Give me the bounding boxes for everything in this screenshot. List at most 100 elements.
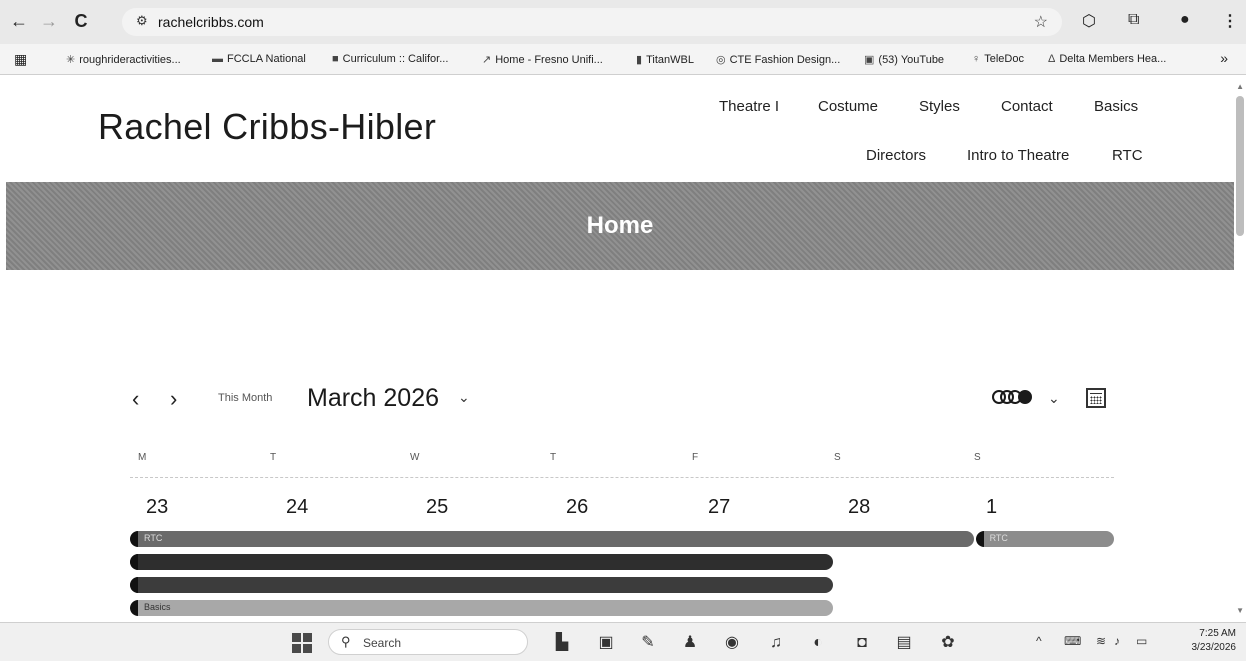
bookmark-item[interactable]: ✳ roughrideractivities... (66, 53, 181, 66)
search-icon: ⚲ (341, 634, 351, 649)
bookmark-item[interactable]: ▬ FCCLA National (212, 53, 306, 65)
paint-icon[interactable]: ✎ (638, 633, 658, 653)
month-picker[interactable]: March 2026 (307, 384, 439, 413)
event-cap (130, 554, 138, 570)
weekday-label: T (550, 452, 557, 463)
chevron-down-icon[interactable]: ⌄ (458, 389, 470, 406)
bookmark-favicon-icon: ▮ (636, 54, 643, 66)
event-bar[interactable]: Basics (130, 600, 833, 616)
bookmark-label: FCCLA National (227, 53, 306, 65)
bookmark-favicon-icon: ♀ (972, 53, 981, 65)
event-bar[interactable] (130, 577, 833, 593)
url-text: rachelcribbs.com (158, 14, 264, 30)
this-month-button[interactable]: This Month (218, 392, 272, 404)
clock-date: 3/23/2026 (1191, 642, 1237, 653)
music-icon[interactable]: ♫ (766, 633, 786, 653)
bookmark-item[interactable]: ↗ Home - Fresno Unifi... (482, 53, 603, 66)
view-chevron-down-icon[interactable]: ⌄ (1048, 390, 1060, 407)
menu-kebab-icon[interactable]: ⋮ (1222, 11, 1238, 31)
start-tile (303, 644, 312, 653)
apps-grid-icon[interactable]: ▦ (14, 51, 27, 68)
wifi-icon[interactable]: ≋ (1096, 634, 1106, 648)
nav-item-costume[interactable]: Costume (818, 98, 878, 115)
bookmark-item[interactable]: ♀ TeleDoc (972, 53, 1024, 65)
bookmark-item[interactable]: Δ Delta Members Hea... (1048, 53, 1166, 65)
event-bar[interactable]: RTC (130, 531, 974, 547)
edge-icon[interactable]: ◐ (808, 633, 828, 653)
bookmark-item[interactable]: ▣ (53) YouTube (864, 53, 944, 66)
bookmark-favicon-icon: ✳ (66, 54, 76, 66)
page-hero-banner: Home (6, 182, 1234, 270)
page-scrollbar-thumb[interactable] (1236, 96, 1244, 236)
start-tile (303, 633, 312, 642)
weekday-label: W (410, 452, 420, 463)
more-bookmarks-chevron-icon[interactable]: » (1220, 50, 1228, 66)
store-icon[interactable]: ▣ (596, 633, 616, 653)
profile-avatar-icon[interactable]: ● (1180, 11, 1190, 29)
weekday-divider (130, 477, 1114, 478)
back-arrow-icon[interactable]: ← (8, 10, 30, 32)
bookmarks-bar: ▦ ✳ roughrideractivities... ▬ FCCLA Nation… (0, 44, 1246, 75)
bookmark-favicon-icon: ▣ (864, 54, 875, 66)
bookmark-item[interactable]: ◎ CTE Fashion Design... (716, 53, 840, 66)
bookmark-label: (53) YouTube (878, 54, 945, 66)
nav-item-directors[interactable]: Directors (866, 147, 926, 164)
volume-icon[interactable]: ♪ (1114, 634, 1120, 648)
view-selector-icon[interactable] (992, 390, 1044, 406)
site-title[interactable]: Rachel Cribbs-Hibler (98, 106, 436, 148)
reload-icon[interactable]: C (70, 10, 92, 32)
bookmark-label: Home - Fresno Unifi... (495, 54, 603, 66)
copilot-icon[interactable]: ✿ (938, 633, 958, 653)
notes-icon[interactable]: ▤ (894, 633, 914, 653)
windows-start-icon[interactable] (292, 633, 312, 653)
chrome-icon[interactable]: ◉ (722, 633, 742, 653)
reading-mode-icon[interactable]: ⧉ (1128, 11, 1139, 29)
event-bar[interactable] (130, 554, 833, 570)
taskbar-search-box[interactable]: ⚲ Search (328, 629, 528, 655)
bookmark-star-icon[interactable]: ☆ (1034, 12, 1048, 32)
day-number[interactable]: 23 (146, 496, 168, 519)
day-number[interactable]: 27 (708, 496, 730, 519)
next-month-chevron-icon[interactable]: › (170, 386, 177, 412)
nav-item-basics[interactable]: Basics (1094, 98, 1138, 115)
page-title: Home (586, 212, 654, 239)
file-explorer-icon[interactable]: ▙ (552, 633, 572, 653)
bookmark-item[interactable]: ▮ TitanWBL (636, 53, 694, 66)
extensions-icon[interactable]: ⬡ (1082, 11, 1096, 31)
day-number[interactable]: 26 (566, 496, 588, 519)
bookmark-item[interactable]: ■ Curriculum :: Califor... (332, 53, 448, 65)
nav-item-intro-to-theatre[interactable]: Intro to Theatre (967, 147, 1069, 164)
event-label: RTC (144, 533, 163, 543)
site-settings-icon[interactable]: ⚙ (136, 13, 148, 29)
search-placeholder: Search (363, 636, 402, 650)
scroll-up-arrow-icon[interactable]: ▲ (1236, 82, 1244, 91)
battery-icon[interactable]: ▭ (1136, 634, 1147, 648)
nav-item-rtc[interactable]: RTC (1112, 147, 1143, 164)
day-number[interactable]: 28 (848, 496, 870, 519)
show-hidden-icons-chevron-icon[interactable]: ^ (1036, 634, 1042, 648)
event-cap (130, 600, 138, 616)
language-icon[interactable]: ⌨ (1064, 634, 1081, 648)
bookmark-favicon-icon: ◎ (716, 54, 726, 66)
day-number[interactable]: 1 (986, 496, 997, 519)
forward-arrow-icon[interactable]: → (38, 10, 60, 32)
event-label: Basics (144, 602, 171, 612)
camera-icon[interactable]: ◘ (852, 633, 872, 653)
scroll-down-arrow-icon[interactable]: ▼ (1236, 606, 1244, 615)
address-bar[interactable]: ⚙ rachelcribbs.com ☆ (122, 8, 1062, 36)
nav-item-contact[interactable]: Contact (1001, 98, 1053, 115)
event-bar[interactable]: RTC (975, 531, 1114, 547)
teams-icon[interactable]: ♟ (680, 633, 700, 653)
system-clock[interactable]: 7:25 AM 3/23/2026 (1192, 627, 1237, 655)
bookmark-label: TitanWBL (646, 54, 694, 66)
bookmark-label: TeleDoc (984, 53, 1024, 65)
nav-item-styles[interactable]: Styles (919, 98, 960, 115)
nav-item-theatre-i[interactable]: Theatre I (719, 98, 779, 115)
day-number[interactable]: 25 (426, 496, 448, 519)
day-number[interactable]: 24 (286, 496, 308, 519)
calendar-subscribe-icon[interactable] (1086, 388, 1106, 408)
event-cap (130, 531, 138, 547)
start-tile (292, 633, 301, 642)
previous-month-chevron-icon[interactable]: ‹ (132, 386, 139, 412)
windows-taskbar: ⚲ Search ▙ ▣ ✎ ♟ ◉ ♫ ◐ ◘ ▤ ✿ ^ ⌨ ≋ ♪ ▭ 7… (0, 622, 1246, 661)
